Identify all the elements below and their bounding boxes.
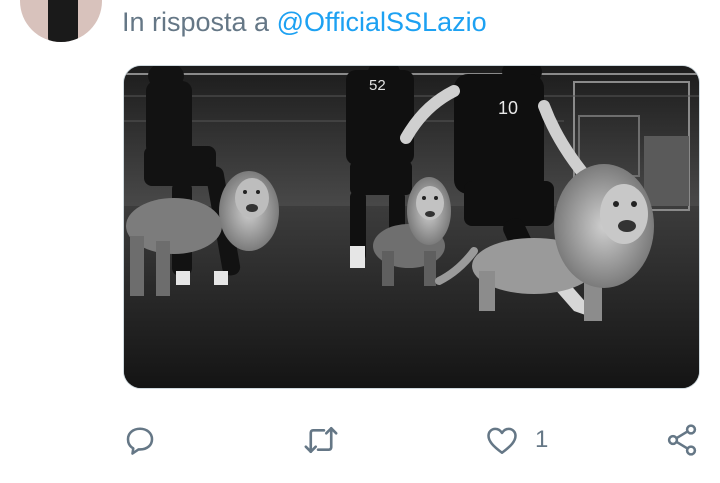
share-button[interactable] — [664, 420, 700, 460]
share-icon — [664, 422, 700, 458]
comment-icon — [122, 422, 158, 458]
heart-icon — [483, 422, 521, 458]
reply-prefix: In risposta a — [122, 7, 270, 37]
reply-button[interactable] — [122, 420, 158, 460]
jersey-number-10: 10 — [498, 98, 518, 118]
like-button[interactable]: 1 — [483, 420, 548, 460]
avatar-figure — [48, 0, 78, 42]
retweet-button[interactable] — [302, 420, 340, 460]
reply-context: In risposta a @OfficialSSLazio — [122, 4, 487, 40]
tweet-actions-bar: 1 — [0, 420, 720, 460]
tweet-media-image[interactable]: 52 10 — [123, 65, 700, 389]
media-illustration: 52 10 — [124, 66, 699, 388]
reply-handle-link[interactable]: @OfficialSSLazio — [277, 7, 487, 37]
avatar[interactable] — [20, 0, 102, 42]
like-count: 1 — [535, 426, 549, 453]
retweet-icon — [302, 422, 340, 458]
jersey-number-52: 52 — [369, 77, 386, 94]
